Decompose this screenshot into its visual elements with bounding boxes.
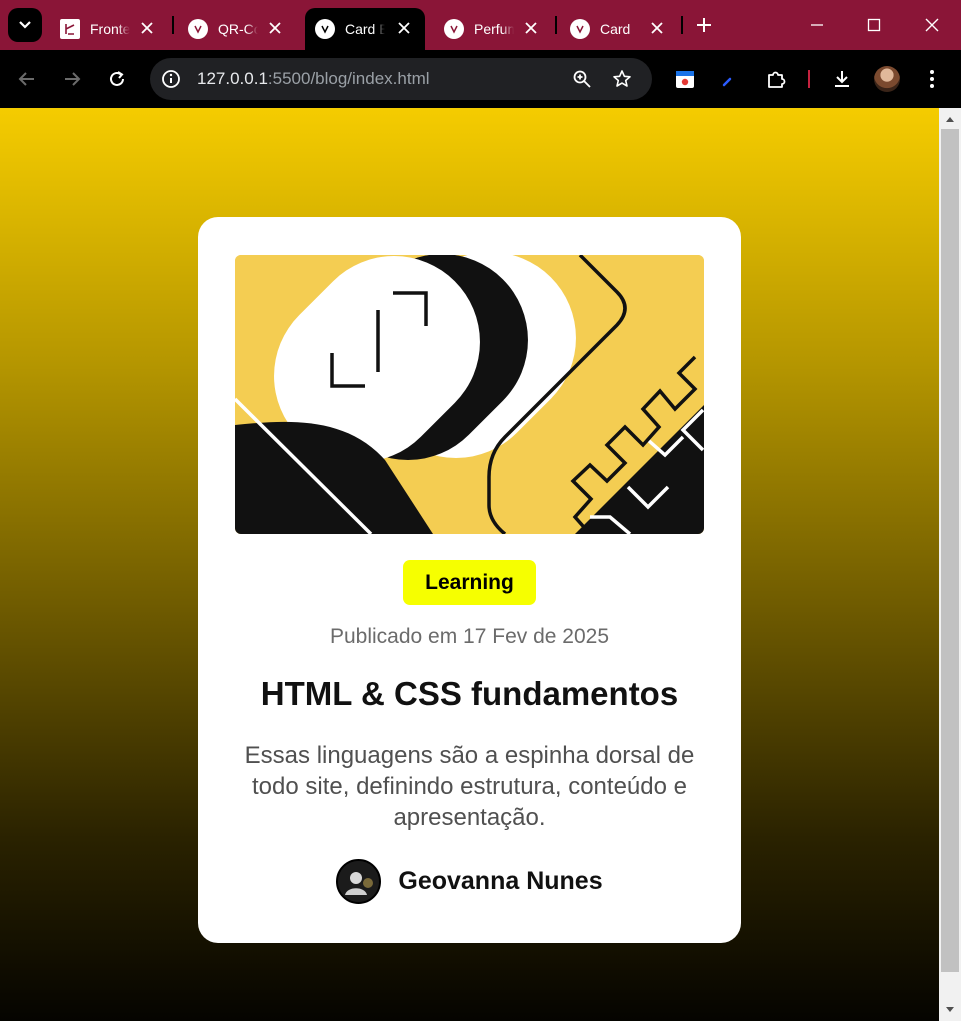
close-tab-icon[interactable] — [520, 17, 542, 39]
category-badge: Learning — [403, 560, 536, 605]
close-icon — [925, 18, 939, 32]
profile-button[interactable] — [870, 62, 904, 96]
frontend-mentor-icon — [60, 19, 80, 39]
tab-separator — [172, 16, 174, 34]
close-tab-icon[interactable] — [136, 17, 158, 39]
menu-button[interactable] — [915, 62, 949, 96]
published-date: Publicado em 17 Fev de 2025 — [329, 625, 610, 648]
vscode-live-icon — [188, 19, 208, 39]
back-button[interactable] — [10, 62, 44, 96]
minimize-button[interactable] — [788, 0, 846, 50]
blog-preview-card: Learning Publicado em 17 Fev de 2025 HTM… — [198, 217, 741, 943]
scrollbar-thumb[interactable] — [941, 129, 959, 972]
scroll-down-button[interactable] — [939, 1001, 961, 1019]
vscode-live-icon — [444, 19, 464, 39]
post-title[interactable]: HTML & CSS fundamentos — [198, 675, 741, 713]
tab-title: Perfume — [474, 21, 514, 37]
post-description: Essas linguagens são a espinha dorsal de… — [244, 742, 695, 831]
toolbar-divider — [808, 70, 810, 88]
author-section: Geovanna Nunes — [198, 859, 741, 904]
close-tab-icon[interactable] — [393, 17, 415, 39]
tab-strip: Frontend QR-Code Card Blog Perfume Card — [0, 0, 961, 50]
tab-separator — [555, 16, 557, 34]
kebab-menu-icon — [930, 70, 934, 88]
person-photo-icon — [338, 861, 380, 902]
arrow-right-icon — [65, 72, 81, 86]
tab-title: Card Blog — [345, 21, 385, 37]
tab-title: Card — [600, 21, 631, 37]
tab-3[interactable]: Perfume — [434, 8, 552, 50]
vscode-live-icon — [315, 19, 335, 39]
bookmark-star-icon[interactable] — [608, 65, 636, 93]
author-name: Geovanna Nunes — [398, 867, 603, 895]
author-avatar — [336, 859, 382, 904]
tab-title: QR-Code — [218, 21, 258, 37]
chevron-down-icon — [19, 21, 31, 29]
downloads-button[interactable] — [825, 62, 859, 96]
plus-icon — [697, 18, 711, 32]
tab-separator — [681, 16, 683, 34]
tab-2-active[interactable]: Card Blog — [305, 8, 425, 50]
puzzle-icon — [768, 71, 786, 88]
maximize-button[interactable] — [845, 0, 903, 50]
tab-1[interactable]: QR-Code — [178, 8, 296, 50]
download-icon — [835, 71, 849, 87]
vscode-live-icon — [570, 19, 590, 39]
profile-avatar — [874, 66, 900, 92]
zoom-icon[interactable] — [568, 65, 596, 93]
site-info-icon[interactable] — [160, 68, 182, 90]
arrow-left-icon — [18, 72, 34, 86]
abstract-illustration-image — [235, 255, 704, 534]
url-path: :5500/blog/index.html — [267, 69, 430, 88]
tab-4[interactable]: Card — [560, 8, 678, 50]
minimize-icon — [811, 24, 823, 26]
tab-search-button[interactable] — [8, 8, 42, 42]
close-tab-icon[interactable] — [646, 17, 668, 39]
calendar-extension-button[interactable] — [668, 62, 702, 96]
card-illustration — [235, 255, 704, 534]
new-tab-button[interactable] — [690, 11, 718, 39]
browser-toolbar: 127.0.0.1:5500/blog/index.html — [0, 50, 961, 108]
triangle-up-icon — [946, 117, 954, 122]
maximize-icon — [867, 18, 881, 32]
reload-button[interactable] — [100, 62, 134, 96]
address-bar[interactable]: 127.0.0.1:5500/blog/index.html — [150, 58, 652, 100]
calendar-extension-icon — [676, 71, 694, 88]
url-text: 127.0.0.1:5500/blog/index.html — [197, 69, 430, 89]
triangle-down-icon — [946, 1007, 954, 1012]
scroll-up-button[interactable] — [939, 110, 961, 128]
close-tab-icon[interactable] — [264, 17, 286, 39]
close-window-button[interactable] — [903, 0, 961, 50]
pen-extension-icon — [722, 77, 732, 87]
forward-button[interactable] — [55, 62, 89, 96]
pen-extension-button[interactable] — [712, 62, 746, 96]
url-host: 127.0.0.1 — [197, 69, 268, 88]
reload-icon — [110, 71, 124, 86]
tab-0[interactable]: Frontend — [50, 8, 168, 50]
extensions-button[interactable] — [759, 62, 793, 96]
tab-title: Frontend — [90, 21, 130, 37]
